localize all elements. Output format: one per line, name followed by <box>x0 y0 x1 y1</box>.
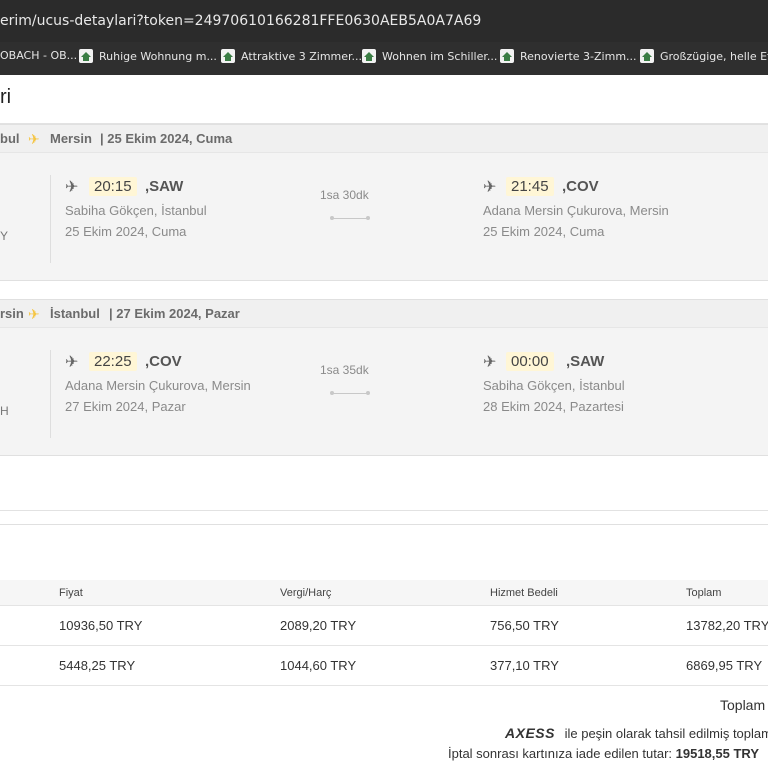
column-header-service-fee: Hizmet Bedeli <box>490 587 558 599</box>
route-date: | 25 Ekim 2024, Cuma <box>100 131 233 146</box>
route-date: | 27 Ekim 2024, Pazar <box>109 306 240 321</box>
departure-date: 27 Ekim 2024, Pazar <box>65 399 186 414</box>
tax-cell: 2089,20 TRY <box>280 618 357 633</box>
duration-arrow-icon <box>330 391 370 395</box>
flight-header: bul ✈ Mersin | 25 Ekim 2024, Cuma <box>0 125 768 153</box>
home-icon <box>640 49 654 63</box>
flight-card-outbound: bul ✈ Mersin | 25 Ekim 2024, Cuma Y ✈ 20… <box>0 124 768 281</box>
column-header-tax: Vergi/Harç <box>280 587 332 599</box>
price-cell: 5448,25 TRY <box>59 658 136 673</box>
arrival-code: ,COV <box>562 178 599 195</box>
flight-duration: 1sa 35dk <box>320 363 369 377</box>
bookmark-label: OBACH - OB... <box>0 49 78 62</box>
bookmark-item[interactable]: Wohnen im Schiller... <box>362 49 497 63</box>
price-cell: 10936,50 TRY <box>59 618 143 633</box>
passenger-fragment: Y <box>0 229 9 243</box>
bookmark-label: Ruhige Wohnung m... <box>99 49 217 63</box>
departure-time: 22:25 <box>89 352 137 371</box>
price-table-header: Fiyat Vergi/Harç Hizmet Bedeli Toplam <box>0 580 768 606</box>
address-bar[interactable]: erim/ucus-detaylari?token=24970610166281… <box>0 0 768 42</box>
bookmark-item[interactable]: Ruhige Wohnung m... <box>79 49 217 63</box>
arrival-time: 21:45 <box>506 177 554 196</box>
column-header-price: Fiyat <box>59 587 83 599</box>
page-title: ri <box>0 86 12 108</box>
payment-line: AXESS ile peşin olarak tahsil edilmiş to… <box>505 725 768 741</box>
table-row: 10936,50 TRY 2089,20 TRY 756,50 TRY 1378… <box>0 605 768 646</box>
bookmark-item[interactable]: Großzügige, helle Et... <box>640 49 768 63</box>
divider <box>0 510 768 511</box>
home-icon <box>79 49 93 63</box>
home-icon <box>500 49 514 63</box>
service-fee-cell: 756,50 TRY <box>490 618 559 633</box>
flight-header: rsin ✈ İstanbul | 27 Ekim 2024, Pazar <box>0 300 768 328</box>
route-destination: İstanbul <box>50 306 100 321</box>
bookmark-label: Wohnen im Schiller... <box>382 49 498 63</box>
table-row: 5448,25 TRY 1044,60 TRY 377,10 TRY 6869,… <box>0 645 768 686</box>
home-icon <box>362 49 376 63</box>
plane-icon: ✈ <box>28 306 40 322</box>
bookmark-label: Renovierte 3-Zimm... <box>520 49 637 63</box>
bookmark-item[interactable]: OBACH - OB... <box>0 49 77 62</box>
arrival-airport: Adana Mersin Çukurova, Mersin <box>483 203 669 218</box>
route-origin: rsin <box>0 306 24 321</box>
departure-airport: Sabiha Gökçen, İstanbul <box>65 203 207 218</box>
bookmark-item[interactable]: Renovierte 3-Zimm... <box>500 49 637 63</box>
duration-arrow-icon <box>330 216 370 220</box>
departure-date: 25 Ekim 2024, Cuma <box>65 224 187 239</box>
passenger-fragment: H <box>0 404 9 418</box>
departure-time: 20:15 <box>89 177 137 196</box>
arrival-date: 28 Ekim 2024, Pazartesi <box>483 399 624 414</box>
refund-amount: 19518,55 TRY <box>675 746 759 761</box>
arrival-code: ,SAW <box>566 353 605 370</box>
takeoff-icon: ✈ <box>65 179 79 196</box>
total-cell: 13782,20 TRY <box>686 618 768 633</box>
url-text[interactable]: erim/ucus-detaylari?token=24970610166281… <box>0 13 481 29</box>
arrival-date: 25 Ekim 2024, Cuma <box>483 224 605 239</box>
refund-label: İptal sonrası kartınıza iade edilen tuta… <box>448 746 673 761</box>
payment-text: ile peşin olarak tahsil edilmiş toplam <box>564 726 768 741</box>
tax-cell: 1044,60 TRY <box>280 658 357 673</box>
route-destination: Mersin <box>50 131 92 146</box>
bookmark-item[interactable]: Attraktive 3 Zimmer... <box>221 49 362 63</box>
bookmark-label: Attraktive 3 Zimmer... <box>241 49 363 63</box>
arrival-airport: Sabiha Gökçen, İstanbul <box>483 378 625 393</box>
column-header-total: Toplam <box>686 587 722 599</box>
total-cell: 6869,95 TRY <box>686 658 763 673</box>
departure-code: ,SAW <box>145 178 184 195</box>
flight-duration: 1sa 30dk <box>320 188 369 202</box>
departure-code: ,COV <box>145 353 182 370</box>
landing-icon: ✈ <box>483 354 497 371</box>
plane-icon: ✈ <box>28 131 40 147</box>
divider <box>50 350 51 438</box>
departure-airport: Adana Mersin Çukurova, Mersin <box>65 378 251 393</box>
bookmarks-bar: OBACH - OB... Ruhige Wohnung m... Attrak… <box>0 42 768 75</box>
flight-card-return: rsin ✈ İstanbul | 27 Ekim 2024, Pazar H … <box>0 299 768 456</box>
home-icon <box>221 49 235 63</box>
divider <box>50 175 51 263</box>
refund-line: İptal sonrası kartınıza iade edilen tuta… <box>448 746 759 761</box>
landing-icon: ✈ <box>483 179 497 196</box>
axess-logo-icon: AXESS <box>505 725 555 741</box>
service-fee-cell: 377,10 TRY <box>490 658 559 673</box>
route-origin: bul <box>0 131 20 146</box>
arrival-time: 00:00 <box>506 352 554 371</box>
bookmark-label: Großzügige, helle Et... <box>660 49 768 63</box>
takeoff-icon: ✈ <box>65 354 79 371</box>
total-label: Toplam <box>720 697 766 713</box>
